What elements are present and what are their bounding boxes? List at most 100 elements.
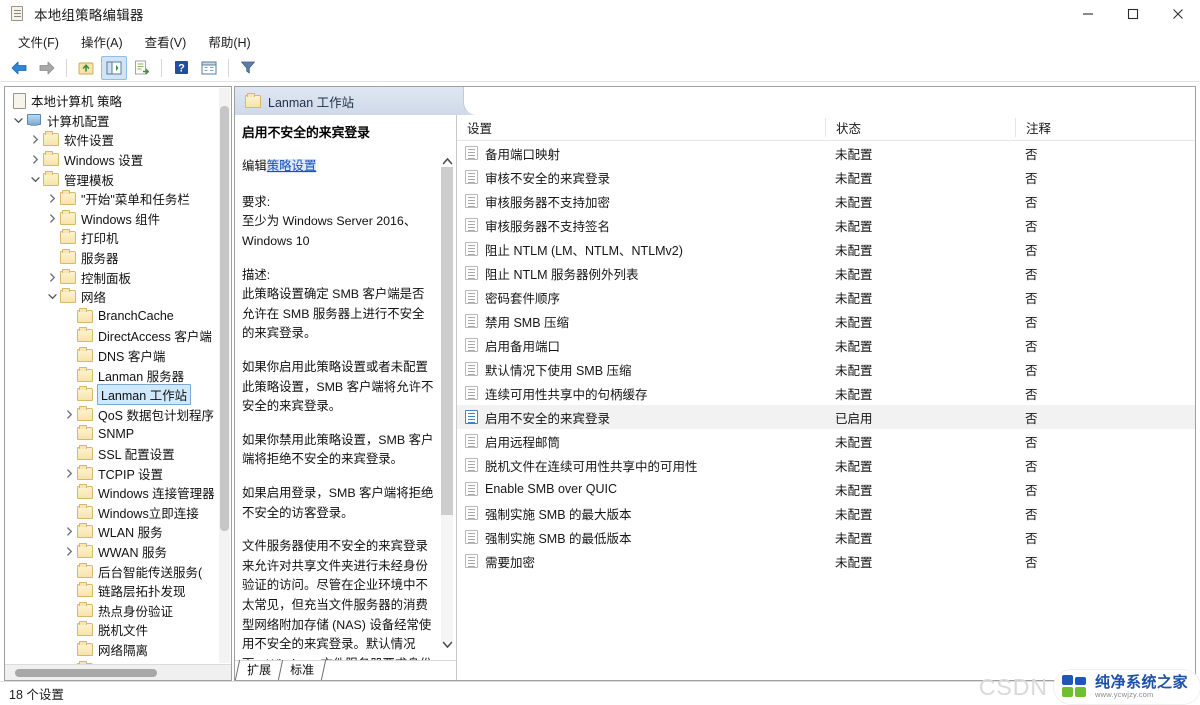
description-scrollbar[interactable] xyxy=(440,151,454,658)
tree-node-16[interactable]: SNMP xyxy=(5,424,231,444)
chevron-down-icon[interactable] xyxy=(45,292,60,301)
tree-node-25[interactable]: 热点身份验证 xyxy=(5,600,231,620)
chevron-down-icon[interactable] xyxy=(11,116,26,125)
tree-node-26[interactable]: 脱机文件 xyxy=(5,620,231,640)
menu-help[interactable]: 帮助(H) xyxy=(197,29,261,54)
tree-vertical-scrollbar[interactable] xyxy=(219,88,230,663)
minimize-button[interactable] xyxy=(1065,0,1110,28)
tree-node-18[interactable]: TCPIP 设置 xyxy=(5,463,231,483)
chevron-right-icon[interactable] xyxy=(28,155,43,164)
cell-state: 未配置 xyxy=(835,291,873,306)
chevron-right-icon[interactable] xyxy=(62,410,77,419)
description-scroll-thumb[interactable] xyxy=(441,167,453,515)
column-header-comment[interactable]: 注释 xyxy=(1015,118,1195,137)
tree-node-15[interactable]: QoS 数据包计划程序 xyxy=(5,405,231,425)
table-row[interactable]: 禁用 SMB 压缩 未配置 否 xyxy=(457,309,1195,333)
export-list-icon[interactable] xyxy=(129,56,155,80)
tree-node-6[interactable]: 打印机 xyxy=(5,228,231,248)
filter-icon[interactable] xyxy=(235,56,261,80)
chevron-right-icon[interactable] xyxy=(62,547,77,556)
tree-root-node[interactable]: 本地计算机 策略 xyxy=(5,91,231,111)
chevron-right-icon[interactable] xyxy=(45,214,60,223)
table-row[interactable]: 脱机文件在连续可用性共享中的可用性 未配置 否 xyxy=(457,453,1195,477)
tree-node-label: 管理模板 xyxy=(64,173,115,188)
table-row[interactable]: 审核服务器不支持加密 未配置 否 xyxy=(457,189,1195,213)
tree-node-17[interactable]: SSL 配置设置 xyxy=(5,444,231,464)
tree-node-10[interactable]: BranchCache xyxy=(5,307,231,327)
table-row[interactable]: 阻止 NTLM 服务器例外列表 未配置 否 xyxy=(457,261,1195,285)
table-row[interactable]: 强制实施 SMB 的最低版本 未配置 否 xyxy=(457,525,1195,549)
cell-comment: 否 xyxy=(1025,243,1038,258)
table-row[interactable]: 启用备用端口 未配置 否 xyxy=(457,333,1195,357)
cell-setting: 强制实施 SMB 的最大版本 xyxy=(457,504,825,523)
tree-node-13[interactable]: Lanman 服务器 xyxy=(5,365,231,385)
menu-view[interactable]: 查看(V) xyxy=(134,29,198,54)
chevron-right-icon[interactable] xyxy=(62,527,77,537)
scroll-down-icon[interactable] xyxy=(442,634,453,658)
table-row[interactable]: 审核服务器不支持签名 未配置 否 xyxy=(457,213,1195,237)
tree-node-11[interactable]: DirectAccess 客户端 xyxy=(5,326,231,346)
tree-node-2[interactable]: Windows 设置 xyxy=(5,150,231,170)
chevron-right-icon[interactable] xyxy=(45,194,60,203)
table-row[interactable]: 启用不安全的来宾登录 已启用 否 xyxy=(457,405,1195,429)
up-folder-icon[interactable] xyxy=(73,56,99,80)
table-row[interactable]: 阻止 NTLM (LM、NTLM、NTLMv2) 未配置 否 xyxy=(457,237,1195,261)
edit-policy-setting-link[interactable]: 策略设置 xyxy=(266,159,317,174)
tree-node-5[interactable]: Windows 组件 xyxy=(5,209,231,229)
scroll-up-icon[interactable] xyxy=(442,151,453,175)
properties-icon[interactable] xyxy=(196,56,222,80)
tree-scroll-thumb[interactable] xyxy=(220,106,229,531)
tree-node-20[interactable]: Windows立即连接 xyxy=(5,502,231,522)
table-row[interactable]: 备用端口映射 未配置 否 xyxy=(457,141,1195,165)
column-header-state[interactable]: 状态 xyxy=(825,118,1015,137)
tree-node-label: Windows 组件 xyxy=(81,212,161,227)
tree-node-24[interactable]: 链路层拓扑发现 xyxy=(5,581,231,601)
show-hide-tree-icon[interactable] xyxy=(101,55,127,80)
tree-node-label: Windows 设置 xyxy=(64,154,144,169)
menu-action[interactable]: 操作(A) xyxy=(70,29,134,54)
chevron-right-icon[interactable] xyxy=(45,272,60,282)
table-row[interactable]: 审核不安全的来宾登录 未配置 否 xyxy=(457,165,1195,189)
chevron-right-icon[interactable] xyxy=(62,468,77,478)
tree-horizontal-scrollbar[interactable] xyxy=(5,664,231,680)
tab-standard[interactable]: 标准 xyxy=(278,660,327,680)
tree-node-23[interactable]: 后台智能传送服务( xyxy=(5,561,231,581)
cell-setting: 默认情况下使用 SMB 压缩 xyxy=(457,360,825,379)
tree-hscroll-thumb[interactable] xyxy=(15,669,157,677)
tree-node-0[interactable]: 计算机配置 xyxy=(5,111,231,131)
tab-extended[interactable]: 扩展 xyxy=(234,660,284,680)
tree-node-7[interactable]: 服务器 xyxy=(5,248,231,268)
column-header-setting[interactable]: 设置 xyxy=(457,118,825,137)
tree-node-27[interactable]: 网络隔离 xyxy=(5,640,231,660)
maximize-button[interactable] xyxy=(1110,0,1155,28)
table-row[interactable]: 强制实施 SMB 的最大版本 未配置 否 xyxy=(457,501,1195,525)
tree-node-14[interactable]: Lanman 工作站 xyxy=(5,384,231,406)
forward-icon[interactable] xyxy=(34,56,60,80)
tree-node-4[interactable]: "开始"菜单和任务栏 xyxy=(5,189,231,209)
tree-node-9[interactable]: 网络 xyxy=(5,287,231,307)
close-button[interactable] xyxy=(1155,0,1200,28)
tree-node-3[interactable]: 管理模板 xyxy=(5,169,231,189)
tree-node-12[interactable]: DNS 客户端 xyxy=(5,346,231,366)
table-row[interactable]: 启用远程邮筒 未配置 否 xyxy=(457,429,1195,453)
help-icon[interactable]: ? xyxy=(168,56,194,80)
tree-node-21[interactable]: WLAN 服务 xyxy=(5,522,231,542)
cell-setting-label: 启用远程邮筒 xyxy=(485,435,561,450)
cell-setting-label: 审核服务器不支持加密 xyxy=(485,195,611,210)
table-row[interactable]: Enable SMB over QUIC 未配置 否 xyxy=(457,477,1195,501)
table-row[interactable]: 连续可用性共享中的句柄缓存 未配置 否 xyxy=(457,381,1195,405)
tree-node-19[interactable]: Windows 连接管理器 xyxy=(5,483,231,503)
cell-setting-label: 密码套件顺序 xyxy=(485,291,561,306)
tree-node-1[interactable]: 软件设置 xyxy=(5,130,231,150)
table-row[interactable]: 默认情况下使用 SMB 压缩 未配置 否 xyxy=(457,357,1195,381)
tree-node-8[interactable]: 控制面板 xyxy=(5,267,231,287)
table-row[interactable]: 密码套件顺序 未配置 否 xyxy=(457,285,1195,309)
menu-file[interactable]: 文件(F) xyxy=(7,29,70,54)
chevron-right-icon[interactable] xyxy=(28,135,43,145)
back-icon[interactable] xyxy=(6,56,32,80)
tree-node-label: 计算机配置 xyxy=(47,114,110,129)
table-row[interactable]: 需要加密 未配置 否 xyxy=(457,549,1195,573)
chevron-down-icon[interactable] xyxy=(28,175,43,184)
tree-node-22[interactable]: WWAN 服务 xyxy=(5,542,231,562)
window-controls xyxy=(1065,0,1200,28)
